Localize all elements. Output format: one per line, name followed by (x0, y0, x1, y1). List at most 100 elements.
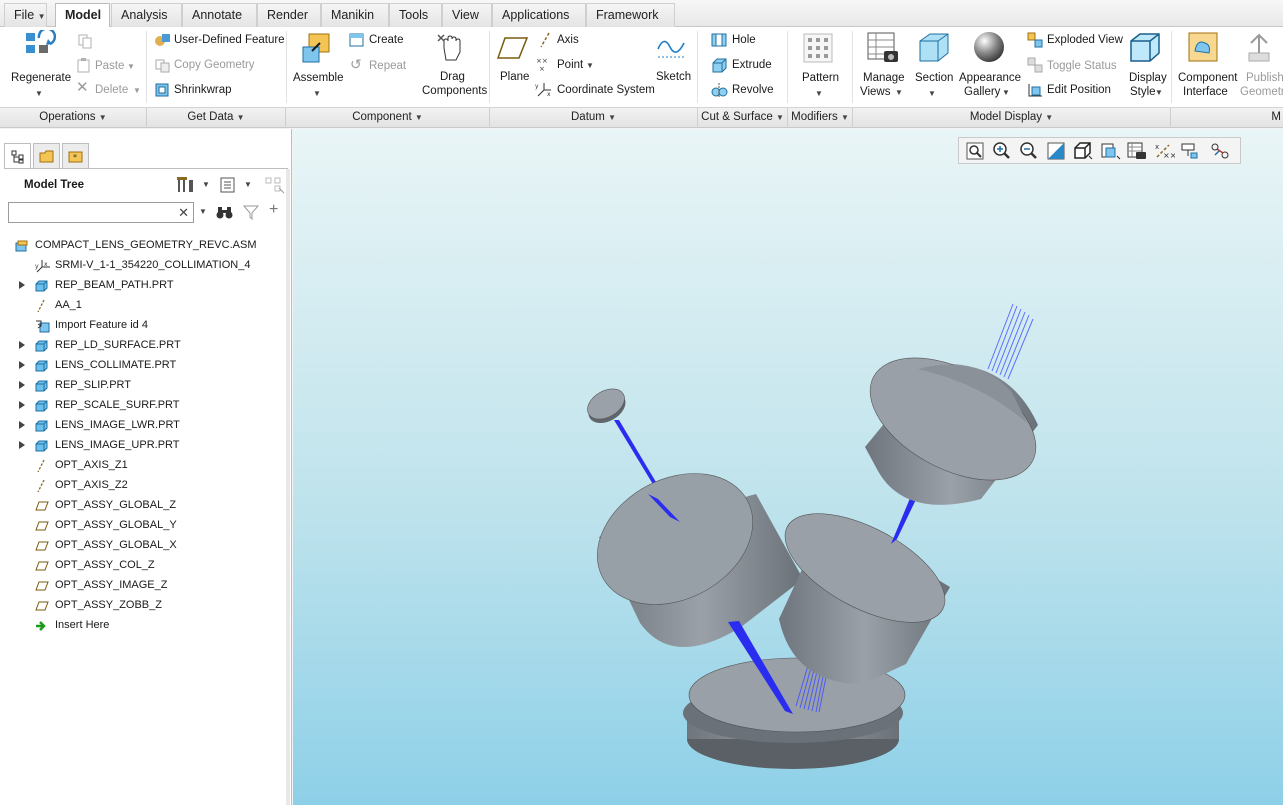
tab-applications[interactable]: Applications (492, 3, 586, 27)
create-label: Create (369, 34, 404, 46)
insert-here-arrow-icon (35, 619, 48, 631)
tree-item[interactable]: Import Feature id 4 (0, 315, 290, 335)
tab-model-tree[interactable] (4, 143, 31, 169)
sketch-label: Sketch (656, 71, 692, 83)
expand-arrow-icon[interactable] (19, 341, 25, 349)
panel-resize-handle[interactable] (286, 169, 290, 805)
tree-item[interactable]: COMPACT_LENS_GEOMETRY_REVC.ASM (0, 235, 290, 255)
ribbon-group-bar: Operations ▼ Get Data ▼ Component ▼ Datu… (0, 107, 1283, 128)
tree-item[interactable]: Insert Here (0, 615, 290, 635)
datum-plane-icon (35, 599, 49, 611)
tab-divider (4, 168, 288, 169)
tree-item[interactable]: OPT_ASSY_GLOBAL_Y (0, 515, 290, 535)
tree-columns-icon[interactable] (264, 176, 286, 194)
expand-arrow-icon[interactable] (19, 401, 25, 409)
tree-item[interactable]: AA_1 (0, 295, 290, 315)
svg-text:××: ×× (536, 57, 548, 65)
expand-arrow-icon[interactable] (19, 281, 25, 289)
expand-arrow-icon[interactable] (19, 421, 25, 429)
group-modifiers-label: Modifiers (791, 111, 838, 123)
tab-analysis[interactable]: Analysis (111, 3, 182, 27)
tree-item[interactable]: OPT_ASSY_GLOBAL_Z (0, 495, 290, 515)
tree-item-label: REP_LD_SURFACE.PRT (55, 339, 181, 351)
copy-icon (78, 34, 92, 49)
chevron-down-icon[interactable]: ▼ (202, 180, 210, 189)
group-cut-surface[interactable]: Cut & Surface ▼ (698, 108, 788, 128)
tree-item[interactable]: LENS_COLLIMATE.PRT (0, 355, 290, 375)
group-model-display[interactable]: Model Display ▼ (853, 108, 1171, 128)
datum-plane-icon (497, 37, 529, 59)
chevron-down-icon[interactable]: ▼ (199, 207, 207, 216)
tree-item[interactable]: REP_LD_SURFACE.PRT (0, 335, 290, 355)
tab-view[interactable]: View (442, 3, 492, 27)
tab-tools[interactable]: Tools (389, 3, 442, 27)
datum-axis-icon (540, 32, 550, 48)
chevron-down-icon[interactable]: ▼ (244, 180, 252, 189)
chevron-down-icon: ▼ (37, 12, 46, 21)
tab-framework[interactable]: Framework (586, 3, 675, 27)
tree-item[interactable]: OPT_AXIS_Z2 (0, 475, 290, 495)
group-component[interactable]: Component ▼ (286, 108, 490, 128)
chevron-down-icon: ▼ (1045, 113, 1054, 122)
regenerate-label: Regenerate (11, 72, 72, 84)
tab-file[interactable]: File ▼ (4, 3, 47, 27)
settings-tools-icon[interactable] (176, 176, 196, 194)
chevron-down-icon: ▼ (133, 86, 141, 95)
chevron-down-icon: ▼ (815, 89, 823, 98)
group-m[interactable]: M (1171, 108, 1283, 128)
tree-item[interactable]: LENS_IMAGE_UPR.PRT (0, 435, 290, 455)
expand-arrow-icon[interactable] (19, 361, 25, 369)
tab-manikin[interactable]: Manikin (321, 3, 389, 27)
tree-item[interactable]: LENS_IMAGE_LWR.PRT (0, 415, 290, 435)
part-icon (35, 279, 48, 292)
tree-item-label: Insert Here (55, 619, 110, 631)
udf-label: User-Defined Feature (174, 34, 285, 46)
add-icon[interactable]: + (269, 201, 278, 219)
tree-item[interactable]: REP_SLIP.PRT (0, 375, 290, 395)
ribbon-separator (286, 31, 287, 103)
tab-favorites[interactable]: * (62, 143, 89, 169)
tree-item[interactable]: OPT_ASSY_COL_Z (0, 555, 290, 575)
filter-icon[interactable] (243, 204, 259, 220)
group-operations[interactable]: Operations ▼ (0, 108, 147, 128)
tree-item[interactable]: OPT_AXIS_Z1 (0, 455, 290, 475)
group-get-data[interactable]: Get Data ▼ (147, 108, 286, 128)
model-tree-search-input[interactable]: ✕ (8, 202, 194, 223)
exploded-view-icon (1027, 32, 1043, 48)
repeat-icon: ↺ (350, 56, 362, 72)
tree-item[interactable]: REP_SCALE_SURF.PRT (0, 395, 290, 415)
datum-plane-icon (35, 499, 49, 511)
drag-label-line1: Drag (440, 71, 465, 83)
graphics-viewport[interactable]: ×× x (293, 129, 1283, 805)
tab-folder-browser[interactable] (33, 143, 60, 169)
part-icon (35, 359, 48, 372)
copy-geometry-label: Copy Geometry (174, 59, 255, 71)
tree-item[interactable]: x y SRMI-V_1-1_354220_COLLIMATION_4 (0, 255, 290, 275)
ribbon-separator (697, 31, 698, 103)
tree-item[interactable]: OPT_ASSY_GLOBAL_X (0, 535, 290, 555)
assembly-icon (15, 239, 28, 252)
chevron-down-icon: ▼ (35, 89, 43, 98)
model-tree-title: Model Tree (24, 179, 85, 191)
find-binoculars-icon[interactable] (216, 204, 234, 220)
tree-item[interactable]: REP_BEAM_PATH.PRT (0, 275, 290, 295)
chevron-down-icon: ▼ (840, 113, 849, 122)
collimate-lens-cylinder (597, 473, 803, 648)
group-datum[interactable]: Datum ▼ (490, 108, 698, 128)
tree-item[interactable]: OPT_ASSY_ZOBB_Z (0, 595, 290, 615)
publish-geometry-icon (1248, 33, 1270, 62)
point-label: Point (557, 59, 584, 71)
drag-label-line2: Components (422, 85, 488, 97)
group-modifiers[interactable]: Modifiers ▼ (788, 108, 853, 128)
small-lens-disk (587, 388, 626, 424)
show-list-icon[interactable] (219, 176, 237, 194)
expand-arrow-icon[interactable] (19, 381, 25, 389)
toggle-status-label: Toggle Status (1047, 60, 1117, 72)
tab-annotate[interactable]: Annotate (182, 3, 257, 27)
datum-plane-icon (35, 519, 49, 531)
expand-arrow-icon[interactable] (19, 441, 25, 449)
tab-model[interactable]: Model (55, 3, 110, 28)
clear-search-icon[interactable]: ✕ (178, 205, 189, 221)
tab-render[interactable]: Render (257, 3, 321, 27)
tree-item[interactable]: OPT_ASSY_IMAGE_Z (0, 575, 290, 595)
